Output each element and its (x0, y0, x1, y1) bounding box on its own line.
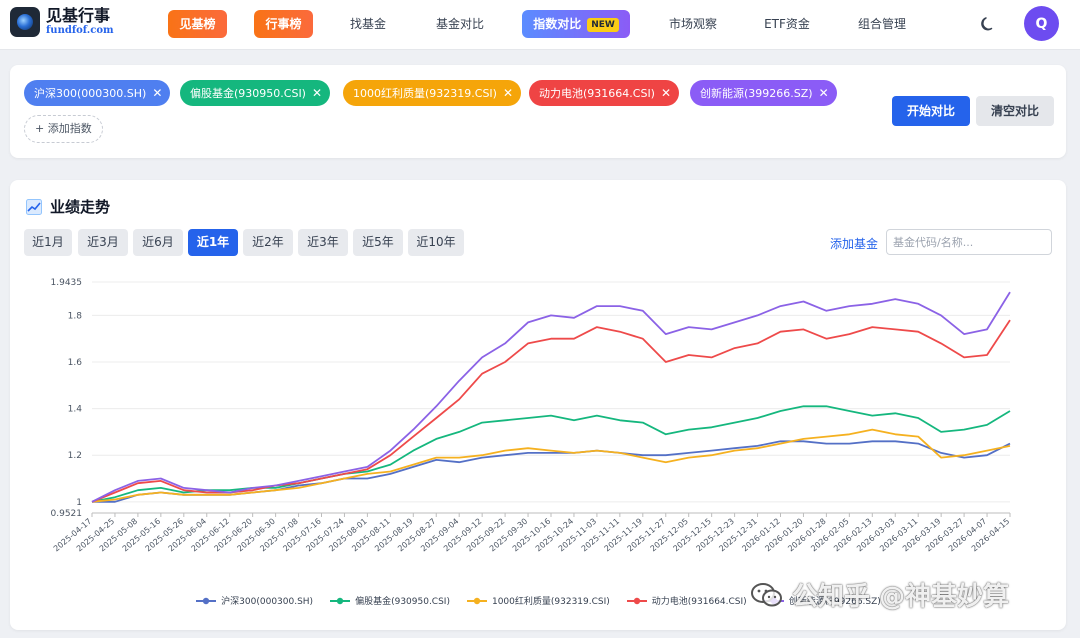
close-icon[interactable]: ✕ (661, 86, 671, 100)
chart-section-title: 业绩走势 (26, 196, 110, 217)
legend-line-icon (466, 597, 487, 604)
period-tab[interactable]: 近3月 (78, 229, 128, 256)
moon-icon[interactable] (978, 14, 998, 34)
performance-chart-panel: 0.9521 1 1.2 1.4 1.6 1.8 1.9435 2025-04-17 2025-… (10, 180, 1066, 630)
watermark: 公知乎 @神基妙算 (750, 576, 1009, 613)
chart-title-text: 业绩走势 (50, 198, 111, 216)
new-badge: NEW (587, 17, 619, 32)
legend-line-icon (196, 597, 217, 604)
close-icon[interactable]: ✕ (503, 86, 513, 100)
add-fund-link[interactable]: 添加基金 (830, 235, 878, 252)
nav-index-compare-label: 指数对比 (533, 17, 582, 31)
brand-logo[interactable]: 见基行事 fundfof.com (10, 7, 114, 37)
period-tab[interactable]: 近10年 (408, 229, 464, 256)
period-tab[interactable]: 近3年 (298, 229, 348, 256)
legend-line-icon (626, 597, 647, 604)
index-chip-label: 1000红利质量(932319.CSI) (353, 87, 497, 100)
clear-compare-button[interactable]: 清空对比 (976, 96, 1054, 126)
index-chip-label: 沪深300(000300.SH) (34, 87, 147, 100)
index-chip[interactable]: 1000红利质量(932319.CSI) ✕ (343, 80, 522, 106)
series-line (91, 405, 1011, 503)
index-chip[interactable]: 偏股基金(930950.CSI) ✕ (180, 80, 331, 106)
nav-jianji-rank[interactable]: 见基榜 (168, 10, 227, 38)
nav-xingshi-rank[interactable]: 行事榜 (254, 10, 313, 38)
period-tab[interactable]: 近1年 (188, 229, 238, 256)
close-icon[interactable]: ✕ (312, 86, 322, 100)
y-tick-label: 1.6 (68, 358, 83, 368)
brand-title: 见基行事 (46, 6, 111, 25)
legend-label: 偏股基金(930950.CSI) (355, 597, 450, 607)
index-chip-label: 偏股基金(930950.CSI) (190, 87, 306, 100)
period-tab[interactable]: 近5年 (353, 229, 403, 256)
legend-label: 动力电池(931664.CSI) (651, 597, 747, 607)
close-icon[interactable]: ✕ (152, 86, 162, 100)
y-tick-label: 1.4 (68, 405, 83, 415)
y-tick-label: 1.8 (68, 311, 83, 321)
index-chip[interactable]: 沪深300(000300.SH) ✕ (24, 80, 171, 106)
series-line (91, 319, 1011, 503)
wechat-icon (751, 582, 782, 606)
nav-fund-compare[interactable]: 基金对比 (424, 10, 496, 38)
legend-label: 1000红利质量(932319.CSI) (491, 597, 610, 607)
fund-search-input[interactable] (886, 229, 1052, 255)
top-nav: 见基行事 fundfof.com 见基榜 行事榜 找基金 基金对比 指数对比 NE… (0, 0, 1080, 50)
period-tab[interactable]: 近2年 (243, 229, 293, 256)
nav-index-compare[interactable]: 指数对比 NEW (522, 10, 630, 38)
period-tab[interactable]: 近6月 (133, 229, 183, 256)
nav-find-fund[interactable]: 找基金 (340, 10, 396, 38)
y-tick-label: 0.9521 (51, 509, 83, 519)
index-chip[interactable]: 创新能源(399266.SZ) ✕ (690, 80, 837, 106)
y-tick-label: 1.9435 (51, 278, 83, 288)
watermark-prefix: 公 (792, 582, 819, 612)
nav-portfolio[interactable]: 组合管理 (846, 10, 918, 38)
series-line (91, 291, 1011, 503)
y-tick-label: 1 (76, 498, 82, 508)
legend-line-icon (330, 597, 351, 604)
period-tab[interactable]: 近1月 (24, 229, 72, 256)
add-index-button[interactable]: + 添加指数 (24, 115, 103, 143)
logo-eye-icon (10, 7, 40, 37)
legend-item[interactable]: 1000红利质量(932319.CSI) (466, 594, 610, 607)
index-chip[interactable]: 动力电池(931664.CSI) ✕ (529, 80, 680, 106)
y-tick-label: 1.2 (68, 451, 82, 461)
trend-icon (26, 198, 42, 215)
legend-label: 沪深300(000300.SH) (221, 597, 314, 607)
legend-item[interactable]: 沪深300(000300.SH) (195, 594, 313, 607)
legend-item[interactable]: 偏股基金(930950.CSI) (329, 594, 450, 607)
user-avatar[interactable]: Q (1024, 6, 1059, 41)
start-compare-button[interactable]: 开始对比 (892, 96, 970, 126)
watermark-text: 知乎 @神基妙算 (818, 582, 1010, 612)
nav-etf-flow[interactable]: ETF资金 (752, 10, 822, 38)
legend-item[interactable]: 动力电池(931664.CSI) (626, 594, 747, 607)
brand-subtitle: fundfof.com (46, 25, 114, 36)
index-chip-label: 创新能源(399266.SZ) (700, 87, 813, 100)
close-icon[interactable]: ✕ (819, 86, 829, 100)
nav-market-watch[interactable]: 市场观察 (658, 10, 728, 38)
index-selection-panel: 沪深300(000300.SH) ✕ 偏股基金(930950.CSI) ✕ 1000… (10, 65, 1066, 158)
index-chip-label: 动力电池(931664.CSI) (539, 87, 655, 100)
